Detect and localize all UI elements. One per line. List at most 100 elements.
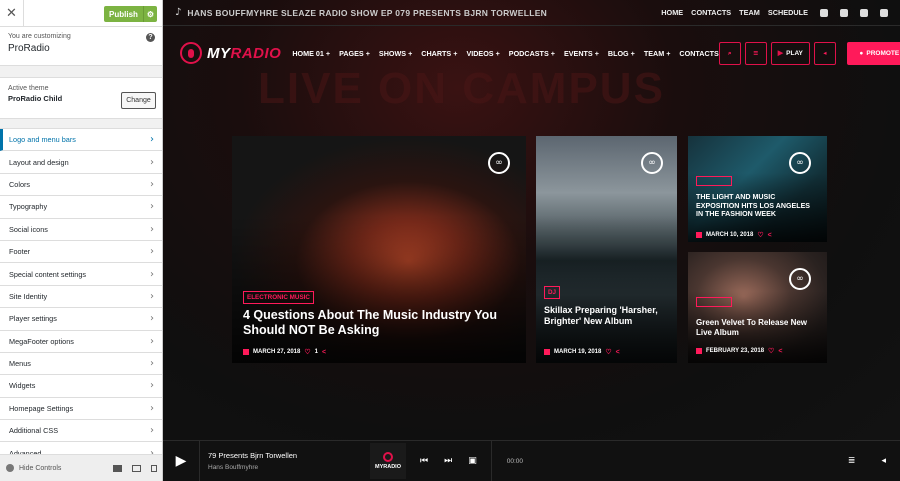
player-track-info: 79 Presents Bjrn Torwellen Hans Bouffmyh… bbox=[200, 451, 370, 471]
menu-item-podcasts[interactable]: PODCASTS + bbox=[509, 49, 555, 58]
publish-button[interactable]: Publish ⚙ bbox=[104, 6, 157, 22]
chevron-right-icon: › bbox=[150, 201, 154, 213]
section-megafooter-options[interactable]: MegaFooter options › bbox=[0, 331, 162, 353]
menu-item-events[interactable]: EVENTS + bbox=[564, 49, 599, 58]
volume-icon[interactable]: ◂ bbox=[881, 456, 886, 466]
section-label: Special content settings bbox=[9, 269, 87, 279]
section-site-identity[interactable]: Site Identity › bbox=[0, 286, 162, 309]
main-nav: MYRADIO HOME 01 + PAGES + SHOWS + CHARTS… bbox=[163, 26, 900, 80]
menu-item-home[interactable]: HOME 01 + bbox=[292, 49, 330, 58]
heart-icon[interactable]: ♡ bbox=[605, 348, 611, 356]
chevron-right-icon: › bbox=[150, 268, 154, 280]
menu-item-team[interactable]: TEAM + bbox=[644, 49, 671, 58]
player-cover: MYRADIO bbox=[370, 443, 406, 479]
card-title[interactable]: 4 Questions About The Music Industry You… bbox=[243, 308, 513, 338]
card-title[interactable]: THE LIGHT AND MUSIC EXPOSITION HITS LOS … bbox=[696, 193, 818, 219]
now-playing-text[interactable]: HANS BOUFFMYHRE SLEAZE RADIO SHOW EP 079… bbox=[187, 8, 547, 18]
promote-button[interactable]: ● PROMOTE bbox=[846, 41, 900, 65]
section-typography[interactable]: Typography › bbox=[0, 196, 162, 219]
section-player-settings[interactable]: Player settings › bbox=[0, 308, 162, 331]
top-link-schedule[interactable]: SCHEDULE bbox=[768, 8, 808, 17]
section-special-content-settings[interactable]: Special content settings › bbox=[0, 263, 162, 286]
volume-button[interactable]: ◂ bbox=[813, 41, 836, 65]
section-label: Layout and design bbox=[9, 157, 69, 167]
card-tag[interactable]: ELECTRONIC MUSIC bbox=[243, 291, 314, 304]
card-tag[interactable]: DJ bbox=[544, 286, 561, 299]
section-widgets[interactable]: Widgets › bbox=[0, 375, 162, 398]
menu-item-shows[interactable]: SHOWS + bbox=[379, 49, 412, 58]
top-link-team[interactable]: TEAM bbox=[739, 8, 760, 17]
post-card[interactable]: ∞ DJ Skillax Preparing 'Harsher, Brighte… bbox=[536, 136, 677, 363]
soundcloud-icon[interactable] bbox=[860, 8, 868, 17]
link-icon[interactable]: ∞ bbox=[641, 152, 663, 174]
chevron-right-icon: › bbox=[150, 223, 154, 235]
youtube-icon[interactable] bbox=[820, 8, 828, 17]
share-icon[interactable]: < bbox=[616, 349, 620, 356]
search-button[interactable]: ⌕ bbox=[718, 41, 741, 65]
close-icon[interactable]: ✕ bbox=[0, 0, 24, 27]
menu-item-blog[interactable]: BLOG + bbox=[608, 49, 635, 58]
card-title[interactable]: Green Velvet To Release New Live Album bbox=[696, 318, 820, 337]
link-icon[interactable]: ∞ bbox=[789, 152, 811, 174]
chevron-right-icon: › bbox=[150, 178, 154, 190]
post-card-featured[interactable]: ∞ ELECTRONIC MUSIC 4 Questions About The… bbox=[232, 136, 526, 363]
post-card[interactable]: ∞ THE LIGHT AND MUSIC EXPOSITION HITS LO… bbox=[688, 136, 827, 242]
site-logo[interactable]: MYRADIO bbox=[180, 42, 281, 64]
share-icon[interactable]: < bbox=[778, 348, 782, 355]
mobile-icon[interactable] bbox=[151, 464, 157, 472]
card-title[interactable]: Skillax Preparing 'Harsher, Brighter' Ne… bbox=[544, 305, 672, 327]
menu-item-contacts[interactable]: CONTACTS bbox=[679, 49, 718, 58]
section-label: MegaFooter options bbox=[9, 336, 74, 346]
share-icon[interactable]: < bbox=[322, 349, 326, 356]
chevron-right-icon: › bbox=[150, 156, 154, 168]
post-card[interactable]: ∞ Green Velvet To Release New Live Album… bbox=[688, 252, 827, 363]
link-icon[interactable]: ∞ bbox=[488, 152, 510, 174]
twitter-icon[interactable] bbox=[840, 8, 848, 17]
site-name: ProRadio bbox=[8, 43, 50, 54]
section-logo-and-menu-bars[interactable]: Logo and menu bars › bbox=[0, 129, 162, 152]
section-colors[interactable]: Colors › bbox=[0, 174, 162, 197]
heart-icon[interactable]: ♡ bbox=[304, 348, 310, 356]
card-tag[interactable] bbox=[696, 297, 732, 307]
facebook-icon[interactable] bbox=[880, 8, 888, 17]
chevron-right-icon: › bbox=[150, 358, 154, 370]
player-play-button[interactable]: ▶ bbox=[163, 440, 200, 481]
previous-icon[interactable]: ⏮ bbox=[420, 456, 428, 466]
section-label: Menus bbox=[9, 359, 31, 369]
playlist-icon[interactable]: ≣ bbox=[848, 456, 856, 466]
section-menus[interactable]: Menus › bbox=[0, 353, 162, 376]
gear-icon[interactable]: ⚙ bbox=[143, 6, 157, 22]
help-icon[interactable]: ? bbox=[146, 33, 155, 42]
section-additional-css[interactable]: Additional CSS › bbox=[0, 420, 162, 443]
menu-item-charts[interactable]: CHARTS + bbox=[421, 49, 457, 58]
change-theme-button[interactable]: Change bbox=[121, 92, 156, 109]
top-link-contacts[interactable]: CONTACTS bbox=[691, 8, 731, 17]
tablet-icon[interactable] bbox=[132, 464, 141, 472]
hide-controls-icon[interactable] bbox=[6, 464, 14, 472]
hide-controls-button[interactable]: Hide Controls bbox=[19, 465, 61, 472]
play-button[interactable]: ▶ PLAY bbox=[770, 41, 810, 65]
section-homepage-settings[interactable]: Homepage Settings › bbox=[0, 398, 162, 421]
top-links: HOME CONTACTS TEAM SCHEDULE bbox=[661, 8, 888, 17]
section-layout-and-design[interactable]: Layout and design › bbox=[0, 151, 162, 174]
play-icon: ▶ bbox=[175, 453, 187, 469]
section-footer[interactable]: Footer › bbox=[0, 241, 162, 264]
menu-item-videos[interactable]: VIDEOS + bbox=[466, 49, 499, 58]
link-icon[interactable]: ∞ bbox=[789, 268, 811, 290]
chevron-right-icon: › bbox=[150, 313, 154, 325]
promote-icon: ● bbox=[859, 49, 864, 57]
menu-button[interactable]: ≡ bbox=[744, 41, 767, 65]
share-icon[interactable]: < bbox=[768, 232, 772, 239]
section-social-icons[interactable]: Social icons › bbox=[0, 219, 162, 241]
top-link-home[interactable]: HOME bbox=[661, 8, 683, 17]
next-icon[interactable]: ⏭ bbox=[444, 456, 452, 466]
card-date: MARCH 10, 2018 bbox=[706, 232, 754, 238]
menu-item-pages[interactable]: PAGES + bbox=[339, 49, 370, 58]
desktop-icon[interactable] bbox=[113, 464, 122, 472]
heart-icon[interactable]: ♡ bbox=[768, 347, 774, 355]
card-date: MARCH 27, 2018 bbox=[253, 349, 301, 355]
card-tag[interactable] bbox=[696, 176, 732, 186]
radio-icon[interactable]: ▣ bbox=[468, 456, 477, 466]
heart-icon[interactable]: ♡ bbox=[757, 231, 763, 239]
microphone-icon bbox=[383, 452, 393, 462]
